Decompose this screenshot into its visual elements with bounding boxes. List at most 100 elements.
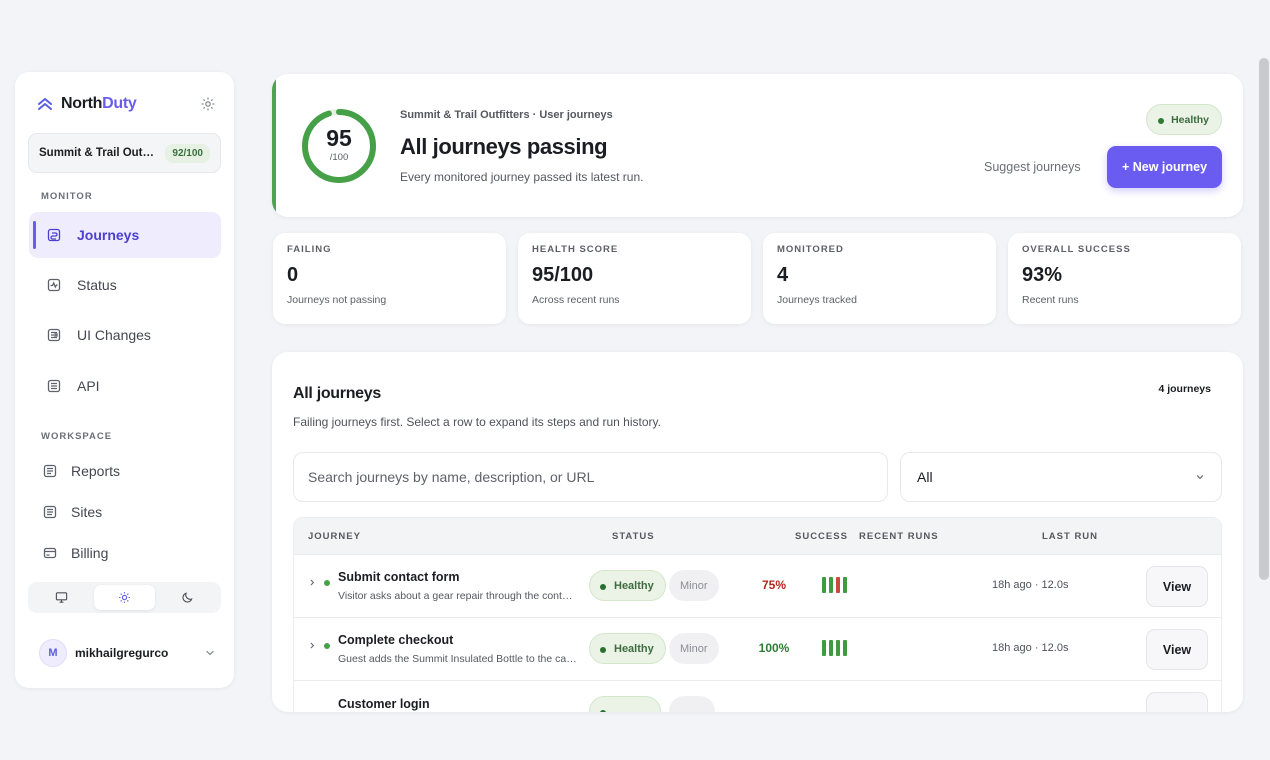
stat-subtext: Journeys not passing xyxy=(287,294,387,306)
sun-icon xyxy=(119,592,130,603)
run-bar-pass xyxy=(829,577,833,593)
theme-system-button[interactable] xyxy=(31,585,91,610)
site-switcher[interactable]: Summit & Trail Outfitters 92/100 xyxy=(28,133,221,173)
column-header-status: STATUS xyxy=(612,531,655,542)
sidebar-item-billing[interactable]: Billing xyxy=(29,530,221,576)
journey-name: Submit contact form xyxy=(338,570,460,584)
status-icon xyxy=(47,278,61,292)
sidebar-item-api[interactable]: API xyxy=(29,363,221,409)
sidebar-item-status[interactable]: Status xyxy=(29,262,221,308)
stat-value: 4 xyxy=(777,264,789,286)
billing-icon xyxy=(43,547,57,559)
success-rate: 75% xyxy=(761,578,787,592)
column-header-recent-runs: RECENT RUNS xyxy=(859,531,939,542)
run-bar-pass xyxy=(843,577,847,593)
recent-runs xyxy=(822,577,847,593)
severity-badge xyxy=(669,696,715,712)
filter-value: All xyxy=(917,469,933,485)
logo-chevrons-icon xyxy=(38,98,52,110)
sidebar-item-ui-changes[interactable]: UI Changes xyxy=(29,312,221,358)
user-menu[interactable]: M mikhailgregurco xyxy=(39,639,216,667)
journey-description: Guest adds the Summit Insulated Bottle t… xyxy=(338,653,578,665)
api-icon xyxy=(47,379,61,393)
stat-label: HEALTH SCORE xyxy=(532,244,619,255)
stat-card-health-score: HEALTH SCORE 95/100 Across recent runs xyxy=(518,233,751,324)
sidebar-item-label: API xyxy=(77,378,100,394)
chevron-right-icon[interactable] xyxy=(308,578,317,587)
journey-description: Visitor asks about a gear repair through… xyxy=(338,590,578,602)
stat-subtext: Across recent runs xyxy=(532,294,620,306)
stat-label: OVERALL SUCCESS xyxy=(1022,244,1131,255)
status-filter-select[interactable]: All xyxy=(900,452,1222,502)
sidebar-item-sites[interactable]: Sites xyxy=(29,489,221,535)
chevron-right-icon[interactable] xyxy=(308,641,317,650)
stat-card-overall-success: OVERALL SUCCESS 93% Recent runs xyxy=(1008,233,1241,324)
journeys-list-card: All journeys 4 journeys Failing journeys… xyxy=(272,352,1243,712)
brand-name: NorthDuty xyxy=(61,95,137,112)
stat-subtext: Journeys tracked xyxy=(777,294,857,306)
stat-card-monitored: MONITORED 4 Journeys tracked xyxy=(763,233,996,324)
health-score-value: 95 xyxy=(326,125,352,151)
severity-badge: Minor xyxy=(669,570,719,601)
sidebar-item-journeys[interactable]: Journeys xyxy=(29,212,221,258)
stat-value: 95/100 xyxy=(532,264,594,286)
page-scrollbar[interactable] xyxy=(1259,58,1269,580)
health-score-denominator: /100 xyxy=(329,152,349,163)
section-subtitle: Failing journeys first. Select a row to … xyxy=(293,415,661,429)
breadcrumb: Summit & Trail Outfitters · User journey… xyxy=(400,109,613,121)
site-name: Summit & Trail Outfitters xyxy=(39,147,157,159)
chevron-down-icon xyxy=(206,650,214,656)
sidebar-item-reports[interactable]: Reports xyxy=(29,448,221,494)
stat-value: 93% xyxy=(1022,264,1063,286)
sidebar-item-label: Status xyxy=(77,277,117,293)
view-button[interactable] xyxy=(1146,692,1208,712)
table-header: JOURNEY STATUS SUCCESS RECENT RUNS LAST … xyxy=(294,518,1221,554)
ui-changes-icon xyxy=(47,328,61,342)
journey-name: Customer login xyxy=(338,697,430,711)
run-bar-pass xyxy=(829,640,833,656)
status-badge: Healthy xyxy=(1146,104,1222,135)
sidebar-item-label: Billing xyxy=(71,545,109,561)
journeys-icon xyxy=(47,228,61,242)
stat-card-failing: FAILING 0 Journeys not passing xyxy=(273,233,506,324)
journey-count: 4 journeys xyxy=(1158,383,1211,395)
view-button[interactable]: View xyxy=(1146,629,1208,670)
column-header-last-run: LAST RUN xyxy=(1042,531,1099,542)
workspace-section-label: WORKSPACE xyxy=(41,431,113,442)
status-badge: Healthy xyxy=(589,570,666,601)
moon-icon xyxy=(182,592,193,603)
status-badge xyxy=(589,696,661,712)
chevron-down-icon xyxy=(1196,475,1204,480)
reports-icon xyxy=(43,464,57,478)
sidebar-item-label: Journeys xyxy=(77,227,140,243)
journey-name: Complete checkout xyxy=(338,633,454,647)
sidebar-item-label: UI Changes xyxy=(77,327,151,343)
suggest-journeys-button[interactable]: Suggest journeys xyxy=(972,146,1093,188)
success-rate: 100% xyxy=(758,641,790,655)
column-header-success: SUCCESS xyxy=(795,531,848,542)
sidebar-item-label: Reports xyxy=(71,463,121,479)
theme-dark-button[interactable] xyxy=(158,585,218,610)
table-row[interactable]: Submit contact form Visitor asks about a… xyxy=(294,554,1221,617)
theme-light-button[interactable] xyxy=(94,585,155,610)
site-score-badge: 92/100 xyxy=(165,143,210,163)
sidebar: NorthDuty Summit & Trail Outfitters 92/1… xyxy=(15,72,234,688)
user-name: mikhailgregurco xyxy=(75,646,169,660)
table-row[interactable]: Complete checkout Guest adds the Summit … xyxy=(294,617,1221,680)
recent-runs xyxy=(822,640,847,656)
run-bar-pass xyxy=(822,577,826,593)
run-bar-fail xyxy=(836,577,840,593)
run-bar-pass xyxy=(822,640,826,656)
search-input[interactable]: Search journeys by name, description, or… xyxy=(293,452,888,502)
new-journey-button[interactable]: + New journey xyxy=(1107,146,1222,188)
table-row[interactable]: Customer login xyxy=(294,680,1221,712)
status-badge: Healthy xyxy=(589,633,666,664)
gear-icon[interactable] xyxy=(200,96,216,112)
status-dot xyxy=(324,580,330,586)
view-button[interactable]: View xyxy=(1146,566,1208,607)
brand[interactable]: NorthDuty xyxy=(37,94,216,114)
page-subtitle: Every monitored journey passed its lates… xyxy=(400,170,644,184)
last-run: 18h ago · 12.0s xyxy=(992,642,1069,654)
journeys-summary-card: 95 /100 Summit & Trail Outfitters · User… xyxy=(272,74,1243,217)
severity-badge: Minor xyxy=(669,633,719,664)
